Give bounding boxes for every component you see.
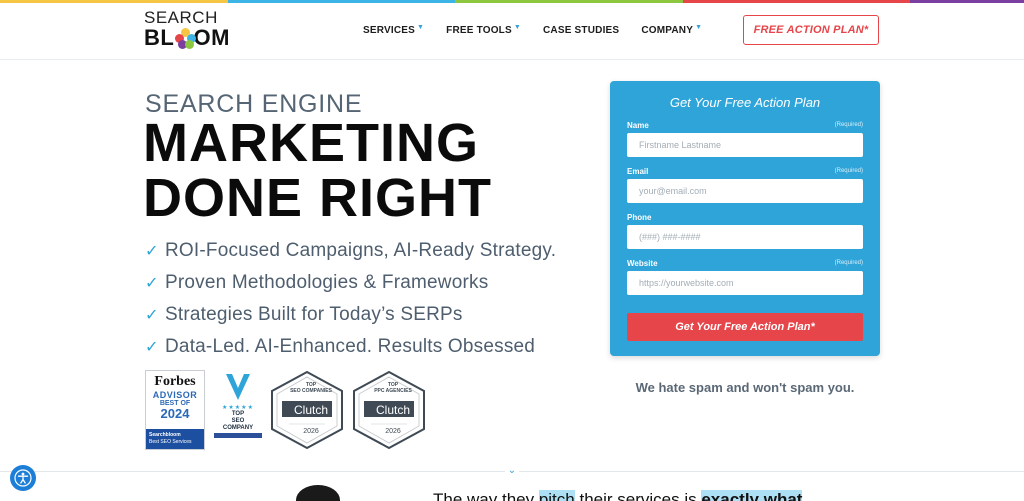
benefit-item: ✓ Proven Methodologies & Frameworks xyxy=(145,267,556,299)
designrush-badge: ★★★★★ TOP SEO COMPANY xyxy=(213,372,263,448)
hero-title-line-2: DONE RIGHT xyxy=(143,168,493,228)
checkmark-icon: ✓ xyxy=(145,243,159,260)
designrush-line-1: TOP xyxy=(231,411,245,417)
designrush-check-icon xyxy=(226,374,250,400)
main-nav: SERVICES ▼ FREE TOOLS ▼ CASE STUDIES COM… xyxy=(363,24,724,36)
form-title: Get Your Free Action Plan xyxy=(669,95,821,110)
name-input[interactable]: Firstname Lastname xyxy=(627,133,863,157)
forbes-footer-brand: Searchbloom xyxy=(149,432,181,438)
nav-item-services[interactable]: SERVICES ▼ xyxy=(363,24,425,36)
no-spam-note: We hate spam and won't spam you. xyxy=(635,380,855,395)
website-input[interactable]: https://yourwebsite.com xyxy=(627,271,863,295)
phone-input[interactable]: (###) ###-#### xyxy=(627,225,863,249)
testimonial-avatar xyxy=(296,485,340,501)
forbes-footer: Searchbloom Best SEO Services xyxy=(146,429,204,449)
clutch-seo-name: Clutch xyxy=(293,403,328,417)
benefit-text: Strategies Built for Today’s SERPs xyxy=(165,304,463,325)
benefit-item: ✓ Data-Led. AI-Enhanced. Results Obsesse… xyxy=(145,331,556,363)
submit-button[interactable]: Get Your Free Action Plan* xyxy=(627,313,863,341)
forbes-footer-desc: Best SEO Services xyxy=(149,439,192,445)
benefit-item: ✓ ROI-Focused Campaigns, AI-Ready Strate… xyxy=(145,235,556,267)
accessibility-icon[interactable] xyxy=(10,465,36,491)
email-required: (Required) xyxy=(834,168,863,174)
searchbloom-logo[interactable]: SEARCH BL OM xyxy=(144,9,230,53)
clutch-ppc-text: TOP PPC AGENCIES xyxy=(355,382,431,394)
chevron-down-icon: ▼ xyxy=(513,24,521,31)
clutch-seo-year: 2026 xyxy=(303,428,319,435)
clutch-ppc-name: Clutch xyxy=(375,403,410,417)
nav-label-case-studies: CASE STUDIES xyxy=(543,25,620,36)
checkmark-icon: ✓ xyxy=(145,307,159,324)
logo-flower-icon xyxy=(175,28,197,49)
designrush-line-3: COMPANY xyxy=(222,425,254,431)
email-input[interactable]: your@email.com xyxy=(627,179,863,203)
nav-item-case-studies[interactable]: CASE STUDIES xyxy=(543,25,619,36)
logo-text-bl: BL xyxy=(144,25,175,50)
benefit-text: Data-Led. AI-Enhanced. Results Obsessed xyxy=(165,336,536,357)
checkmark-icon: ✓ xyxy=(145,339,159,356)
forbes-name: Forbes xyxy=(154,374,196,389)
chevron-down-icon[interactable]: ⌄ xyxy=(505,464,519,478)
name-label: Name xyxy=(627,121,649,130)
nav-label-company: COMPANY xyxy=(641,25,694,36)
chevron-down-icon: ▼ xyxy=(695,24,703,31)
action-plan-form: Get Your Free Action Plan Name (Required… xyxy=(610,81,880,356)
checkmark-icon: ✓ xyxy=(145,275,159,292)
name-required: (Required) xyxy=(834,122,863,128)
designrush-line-2: SEO xyxy=(231,418,245,424)
clutch-seo-text: TOP SEO COMPANIES xyxy=(273,382,349,394)
nav-label-services: SERVICES xyxy=(363,25,415,36)
benefit-text: Proven Methodologies & Frameworks xyxy=(165,272,489,293)
logo-text-top: SEARCH xyxy=(144,8,218,27)
benefit-text: ROI-Focused Campaigns, AI-Ready Strategy… xyxy=(165,240,557,261)
designrush-ribbon xyxy=(214,433,262,438)
nav-item-company[interactable]: COMPANY ▼ xyxy=(641,24,703,36)
forbes-advisor: ADVISOR xyxy=(152,390,198,400)
site-header: SEARCH BL OM SERVICES ▼ FREE TOOLS ▼ CAS… xyxy=(0,3,1024,60)
website-label: Website xyxy=(627,259,658,268)
forbes-year: 2024 xyxy=(160,406,190,421)
clutch-seo-category: SEO COMPANIES xyxy=(290,388,332,394)
nav-item-free-tools[interactable]: FREE TOOLS ▼ xyxy=(446,24,521,36)
quote-highlight-1: pitch xyxy=(538,490,575,501)
free-action-plan-button[interactable]: FREE ACTION PLAN* xyxy=(743,15,879,45)
clutch-ppc-year: 2026 xyxy=(385,428,401,435)
forbes-advisor-badge: Forbes ADVISOR BEST OF 2024 Searchbloom … xyxy=(145,370,205,450)
phone-label: Phone xyxy=(627,213,652,222)
quote-highlight-2: exactly what xyxy=(701,490,803,501)
hero-title-line-1: MARKETING xyxy=(143,113,479,173)
designrush-stars: ★★★★★ xyxy=(222,405,254,411)
clutch-ppc-category: PPC AGENCIES xyxy=(374,388,412,394)
testimonial-quote: The way they pitch their services is exa… xyxy=(433,490,803,501)
logo-text-om: OM xyxy=(193,25,230,50)
benefit-list: ✓ ROI-Focused Campaigns, AI-Ready Strate… xyxy=(145,235,556,363)
website-required: (Required) xyxy=(834,260,863,266)
quote-part-3: their services is xyxy=(574,490,702,501)
chevron-down-icon: ▼ xyxy=(417,24,425,31)
hero-title: MARKETING DONE RIGHT xyxy=(143,116,492,226)
email-label: Email xyxy=(627,167,649,176)
accessibility-figure-icon xyxy=(14,469,32,487)
quote-part-1: The way they xyxy=(433,490,539,501)
designrush-text: TOP SEO COMPANY xyxy=(223,411,253,432)
nav-label-free-tools: FREE TOOLS xyxy=(446,25,512,36)
benefit-item: ✓ Strategies Built for Today’s SERPs xyxy=(145,299,556,331)
logo-text-bottom: BL OM xyxy=(144,26,230,50)
